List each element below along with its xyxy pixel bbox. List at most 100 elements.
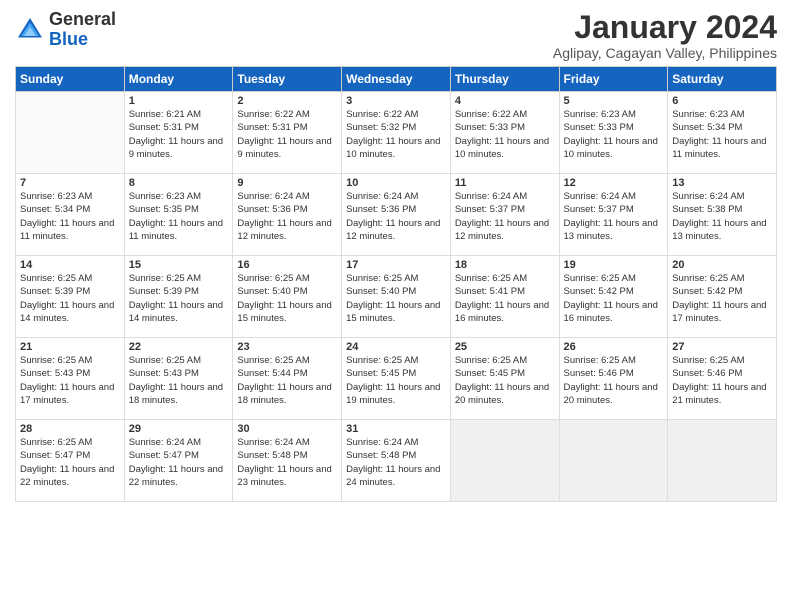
day-number: 11 (455, 177, 555, 189)
day-number: 30 (237, 423, 337, 435)
day-info: Sunrise: 6:21 AMSunset: 5:31 PMDaylight:… (129, 108, 229, 161)
calendar-cell: 22Sunrise: 6:25 AMSunset: 5:43 PMDayligh… (124, 338, 233, 420)
logo-text: General Blue (49, 10, 116, 50)
day-info: Sunrise: 6:25 AMSunset: 5:43 PMDaylight:… (20, 354, 120, 407)
day-number: 15 (129, 259, 229, 271)
calendar-cell: 28Sunrise: 6:25 AMSunset: 5:47 PMDayligh… (16, 420, 125, 502)
calendar-table: Sunday Monday Tuesday Wednesday Thursday… (15, 66, 777, 502)
col-wednesday: Wednesday (342, 67, 451, 92)
day-number: 18 (455, 259, 555, 271)
day-number: 19 (564, 259, 664, 271)
calendar-cell: 23Sunrise: 6:25 AMSunset: 5:44 PMDayligh… (233, 338, 342, 420)
day-info: Sunrise: 6:25 AMSunset: 5:41 PMDaylight:… (455, 272, 555, 325)
day-number: 1 (129, 95, 229, 107)
calendar-week-4: 28Sunrise: 6:25 AMSunset: 5:47 PMDayligh… (16, 420, 777, 502)
day-number: 31 (346, 423, 446, 435)
calendar-cell: 6Sunrise: 6:23 AMSunset: 5:34 PMDaylight… (668, 92, 777, 174)
col-thursday: Thursday (450, 67, 559, 92)
calendar-cell: 19Sunrise: 6:25 AMSunset: 5:42 PMDayligh… (559, 256, 668, 338)
calendar-cell: 11Sunrise: 6:24 AMSunset: 5:37 PMDayligh… (450, 174, 559, 256)
day-number: 9 (237, 177, 337, 189)
calendar-cell: 29Sunrise: 6:24 AMSunset: 5:47 PMDayligh… (124, 420, 233, 502)
day-info: Sunrise: 6:25 AMSunset: 5:46 PMDaylight:… (564, 354, 664, 407)
col-sunday: Sunday (16, 67, 125, 92)
logo-general: General (49, 9, 116, 29)
day-number: 28 (20, 423, 120, 435)
day-number: 26 (564, 341, 664, 353)
day-number: 10 (346, 177, 446, 189)
day-info: Sunrise: 6:23 AMSunset: 5:33 PMDaylight:… (564, 108, 664, 161)
day-number: 14 (20, 259, 120, 271)
day-info: Sunrise: 6:25 AMSunset: 5:39 PMDaylight:… (129, 272, 229, 325)
calendar-cell: 3Sunrise: 6:22 AMSunset: 5:32 PMDaylight… (342, 92, 451, 174)
calendar-cell: 10Sunrise: 6:24 AMSunset: 5:36 PMDayligh… (342, 174, 451, 256)
calendar-cell: 12Sunrise: 6:24 AMSunset: 5:37 PMDayligh… (559, 174, 668, 256)
calendar-week-1: 7Sunrise: 6:23 AMSunset: 5:34 PMDaylight… (16, 174, 777, 256)
logo: General Blue (15, 10, 116, 50)
day-number: 13 (672, 177, 772, 189)
day-number: 8 (129, 177, 229, 189)
day-number: 27 (672, 341, 772, 353)
calendar-cell: 24Sunrise: 6:25 AMSunset: 5:45 PMDayligh… (342, 338, 451, 420)
calendar-week-2: 14Sunrise: 6:25 AMSunset: 5:39 PMDayligh… (16, 256, 777, 338)
day-number: 21 (20, 341, 120, 353)
day-info: Sunrise: 6:22 AMSunset: 5:31 PMDaylight:… (237, 108, 337, 161)
day-number: 3 (346, 95, 446, 107)
calendar-cell: 1Sunrise: 6:21 AMSunset: 5:31 PMDaylight… (124, 92, 233, 174)
day-info: Sunrise: 6:24 AMSunset: 5:37 PMDaylight:… (564, 190, 664, 243)
logo-icon (15, 15, 45, 45)
day-number: 20 (672, 259, 772, 271)
day-info: Sunrise: 6:22 AMSunset: 5:33 PMDaylight:… (455, 108, 555, 161)
day-number: 16 (237, 259, 337, 271)
day-number: 22 (129, 341, 229, 353)
calendar-cell: 8Sunrise: 6:23 AMSunset: 5:35 PMDaylight… (124, 174, 233, 256)
day-info: Sunrise: 6:22 AMSunset: 5:32 PMDaylight:… (346, 108, 446, 161)
calendar-week-3: 21Sunrise: 6:25 AMSunset: 5:43 PMDayligh… (16, 338, 777, 420)
header-row: Sunday Monday Tuesday Wednesday Thursday… (16, 67, 777, 92)
day-number: 23 (237, 341, 337, 353)
day-number: 12 (564, 177, 664, 189)
day-info: Sunrise: 6:24 AMSunset: 5:48 PMDaylight:… (237, 436, 337, 489)
calendar-cell: 30Sunrise: 6:24 AMSunset: 5:48 PMDayligh… (233, 420, 342, 502)
day-info: Sunrise: 6:25 AMSunset: 5:40 PMDaylight:… (346, 272, 446, 325)
calendar-cell: 31Sunrise: 6:24 AMSunset: 5:48 PMDayligh… (342, 420, 451, 502)
subtitle: Aglipay, Cagayan Valley, Philippines (553, 45, 777, 61)
calendar-cell (16, 92, 125, 174)
day-info: Sunrise: 6:25 AMSunset: 5:39 PMDaylight:… (20, 272, 120, 325)
day-info: Sunrise: 6:24 AMSunset: 5:36 PMDaylight:… (346, 190, 446, 243)
calendar-cell: 9Sunrise: 6:24 AMSunset: 5:36 PMDaylight… (233, 174, 342, 256)
calendar-week-0: 1Sunrise: 6:21 AMSunset: 5:31 PMDaylight… (16, 92, 777, 174)
logo-blue: Blue (49, 29, 88, 49)
month-title: January 2024 (553, 10, 777, 45)
calendar-cell: 2Sunrise: 6:22 AMSunset: 5:31 PMDaylight… (233, 92, 342, 174)
calendar-cell: 15Sunrise: 6:25 AMSunset: 5:39 PMDayligh… (124, 256, 233, 338)
calendar-cell: 26Sunrise: 6:25 AMSunset: 5:46 PMDayligh… (559, 338, 668, 420)
calendar-cell: 18Sunrise: 6:25 AMSunset: 5:41 PMDayligh… (450, 256, 559, 338)
col-saturday: Saturday (668, 67, 777, 92)
day-number: 17 (346, 259, 446, 271)
day-number: 6 (672, 95, 772, 107)
day-info: Sunrise: 6:25 AMSunset: 5:42 PMDaylight:… (564, 272, 664, 325)
day-number: 7 (20, 177, 120, 189)
day-info: Sunrise: 6:25 AMSunset: 5:45 PMDaylight:… (346, 354, 446, 407)
day-info: Sunrise: 6:25 AMSunset: 5:42 PMDaylight:… (672, 272, 772, 325)
day-number: 25 (455, 341, 555, 353)
calendar-cell: 4Sunrise: 6:22 AMSunset: 5:33 PMDaylight… (450, 92, 559, 174)
day-number: 2 (237, 95, 337, 107)
day-info: Sunrise: 6:25 AMSunset: 5:46 PMDaylight:… (672, 354, 772, 407)
day-info: Sunrise: 6:23 AMSunset: 5:34 PMDaylight:… (672, 108, 772, 161)
day-info: Sunrise: 6:24 AMSunset: 5:48 PMDaylight:… (346, 436, 446, 489)
day-info: Sunrise: 6:24 AMSunset: 5:37 PMDaylight:… (455, 190, 555, 243)
day-info: Sunrise: 6:24 AMSunset: 5:38 PMDaylight:… (672, 190, 772, 243)
calendar-cell: 5Sunrise: 6:23 AMSunset: 5:33 PMDaylight… (559, 92, 668, 174)
day-info: Sunrise: 6:25 AMSunset: 5:40 PMDaylight:… (237, 272, 337, 325)
calendar-cell: 16Sunrise: 6:25 AMSunset: 5:40 PMDayligh… (233, 256, 342, 338)
calendar-cell: 21Sunrise: 6:25 AMSunset: 5:43 PMDayligh… (16, 338, 125, 420)
calendar-cell: 17Sunrise: 6:25 AMSunset: 5:40 PMDayligh… (342, 256, 451, 338)
calendar-cell (668, 420, 777, 502)
col-monday: Monday (124, 67, 233, 92)
calendar-cell: 13Sunrise: 6:24 AMSunset: 5:38 PMDayligh… (668, 174, 777, 256)
day-number: 24 (346, 341, 446, 353)
day-info: Sunrise: 6:23 AMSunset: 5:34 PMDaylight:… (20, 190, 120, 243)
calendar-cell: 25Sunrise: 6:25 AMSunset: 5:45 PMDayligh… (450, 338, 559, 420)
